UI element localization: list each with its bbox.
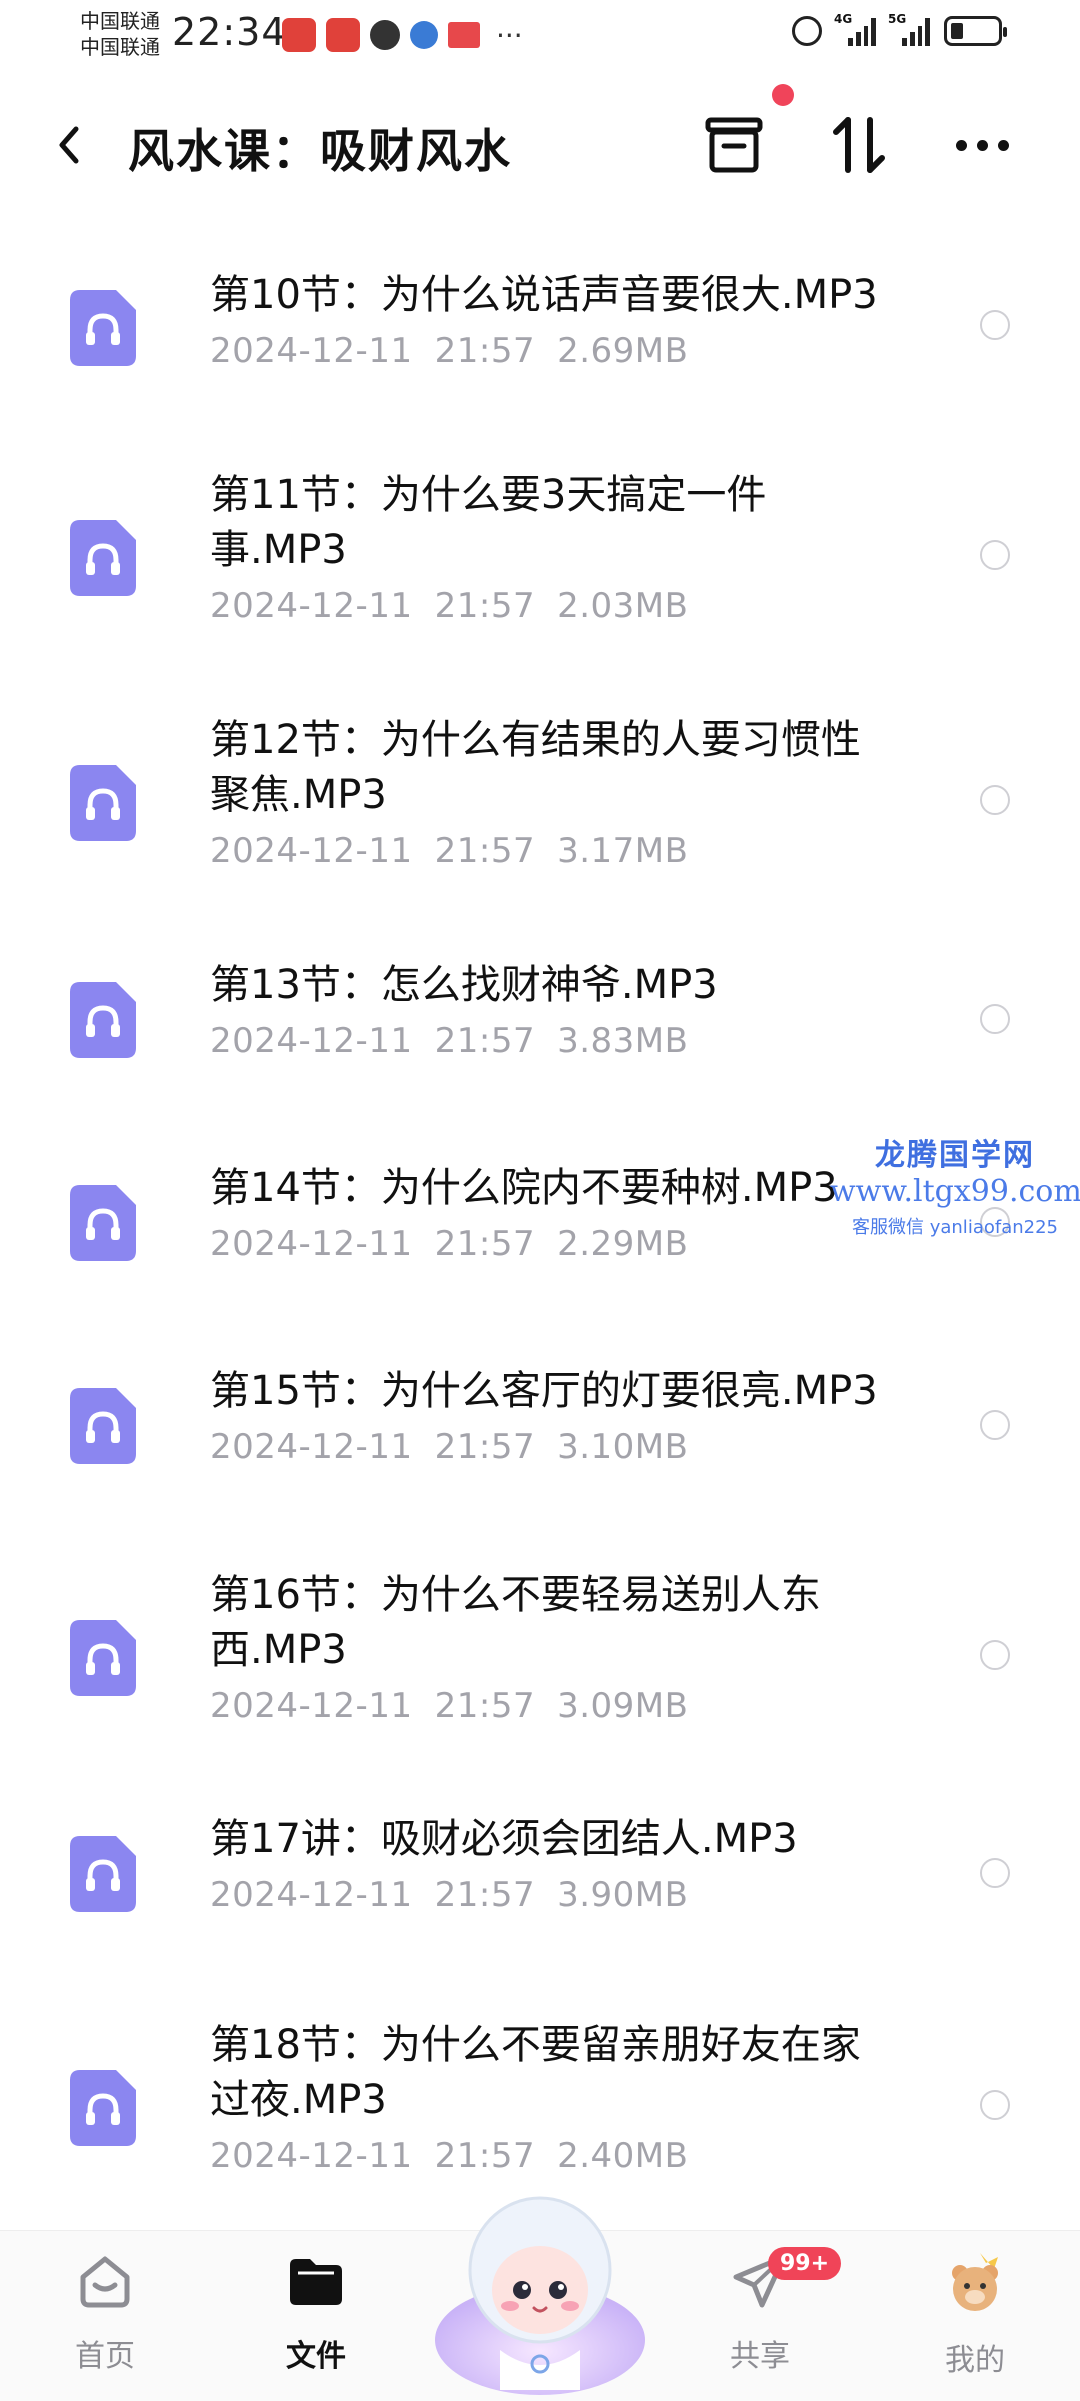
book-icon <box>448 22 480 48</box>
alarm-icon <box>792 16 822 46</box>
audio-file-icon <box>70 290 136 366</box>
network-type-2: 5G <box>888 12 907 26</box>
audio-file-icon <box>70 982 136 1058</box>
carrier-info: 中国联通 中国联通 <box>80 8 160 60</box>
notification-dot <box>772 84 794 106</box>
select-checkbox[interactable] <box>980 1640 1010 1670</box>
signal-icon: 4G <box>834 12 876 46</box>
file-name: 第16节：为什么不要轻易送别人东西.MP3 <box>210 1572 821 1673</box>
nav-share-label: 共享 <box>730 2339 790 2374</box>
select-checkbox[interactable] <box>980 310 1010 340</box>
carrier-1: 中国联通 <box>80 9 160 33</box>
select-checkbox[interactable] <box>980 1004 1010 1034</box>
share-badge: 99+ <box>768 2247 842 2280</box>
audio-file-icon <box>70 2070 136 2146</box>
file-meta: 2024-12-11 21:57 2.40MB <box>210 2136 689 2176</box>
watermark: 龙腾国学网 www.ltgx99.com 客服微信 yanliaofan225 <box>830 1130 1080 1239</box>
nav-mine[interactable]: 我的 <box>905 2251 1045 2379</box>
more-notifications-icon: ··· <box>496 18 523 52</box>
folder-icon <box>290 2259 342 2305</box>
audio-file-icon <box>70 1620 136 1696</box>
top-bar: 风水课：吸财风水 <box>0 84 1080 200</box>
watermark-url: www.ltgx99.com <box>830 1174 1080 1209</box>
status-bar: 中国联通 中国联通 22:34 ··· 4G 5G <box>0 0 1080 70</box>
select-checkbox[interactable] <box>980 2090 1010 2120</box>
file-meta: 2024-12-11 21:57 3.10MB <box>210 1427 689 1467</box>
file-name: 第14节：为什么院内不要种树.MP3 <box>210 1165 838 1211</box>
status-time: 22:34 <box>172 10 287 54</box>
watermark-title: 龙腾国学网 <box>875 1138 1035 1173</box>
nav-files-label: 文件 <box>286 2339 346 2374</box>
network-type-1: 4G <box>834 12 853 26</box>
select-checkbox[interactable] <box>980 540 1010 570</box>
sort-icon[interactable] <box>830 114 888 176</box>
ai-assistant-mascot-icon[interactable] <box>430 2180 650 2400</box>
file-name: 第18节：为什么不要留亲朋好友在家过夜.MP3 <box>210 2022 861 2123</box>
audio-file-icon <box>70 1388 136 1464</box>
nav-share[interactable]: 99+ 共享 <box>690 2247 842 2375</box>
browser-icon <box>410 21 438 49</box>
file-name: 第12节：为什么有结果的人要习惯性聚焦.MP3 <box>210 717 861 818</box>
home-icon <box>80 2256 130 2308</box>
file-meta: 2024-12-11 21:57 2.03MB <box>210 586 689 626</box>
bear-avatar-icon <box>952 2253 998 2311</box>
audio-file-icon <box>70 1836 136 1912</box>
archive-icon[interactable] <box>704 116 764 174</box>
select-checkbox[interactable] <box>980 1858 1010 1888</box>
signal-icon: 5G <box>888 12 930 46</box>
file-name: 第11节：为什么要3天搞定一件事.MP3 <box>210 472 767 573</box>
nav-files[interactable]: 文件 <box>246 2251 386 2375</box>
nav-home-label: 首页 <box>75 2339 135 2374</box>
select-checkbox[interactable] <box>980 785 1010 815</box>
battery-icon <box>944 16 1007 46</box>
carrier-2: 中国联通 <box>80 35 160 59</box>
file-meta: 2024-12-11 21:57 3.83MB <box>210 1021 689 1061</box>
nav-home[interactable]: 首页 <box>35 2251 175 2375</box>
timer-icon <box>370 20 400 50</box>
more-options-icon[interactable] <box>956 140 1009 151</box>
huawei-app-icon <box>326 18 360 52</box>
nav-mine-label: 我的 <box>945 2343 1005 2378</box>
file-name: 第13节：怎么找财神爷.MP3 <box>210 962 718 1008</box>
notification-icons: ··· <box>282 18 523 52</box>
watermark-contact: 客服微信 yanliaofan225 <box>852 1217 1058 1238</box>
system-icons: 4G 5G <box>792 12 1007 46</box>
audio-file-icon <box>70 765 136 841</box>
page-title: 风水课：吸财风水 <box>128 124 512 178</box>
huawei-app-icon <box>282 18 316 52</box>
file-meta: 2024-12-11 21:57 3.09MB <box>210 1686 689 1726</box>
file-meta: 2024-12-11 21:57 2.69MB <box>210 331 689 371</box>
audio-file-icon <box>70 520 136 596</box>
file-name: 第10节：为什么说话声音要很大.MP3 <box>210 272 878 318</box>
back-arrow-icon[interactable] <box>54 125 84 165</box>
file-name: 第15节：为什么客厅的灯要很亮.MP3 <box>210 1368 878 1414</box>
file-name: 第17讲：吸财必须会团结人.MP3 <box>210 1816 798 1862</box>
file-meta: 2024-12-11 21:57 3.90MB <box>210 1875 689 1915</box>
file-meta: 2024-12-11 21:57 2.29MB <box>210 1224 689 1264</box>
select-checkbox[interactable] <box>980 1410 1010 1440</box>
file-meta: 2024-12-11 21:57 3.17MB <box>210 831 689 871</box>
audio-file-icon <box>70 1185 136 1261</box>
